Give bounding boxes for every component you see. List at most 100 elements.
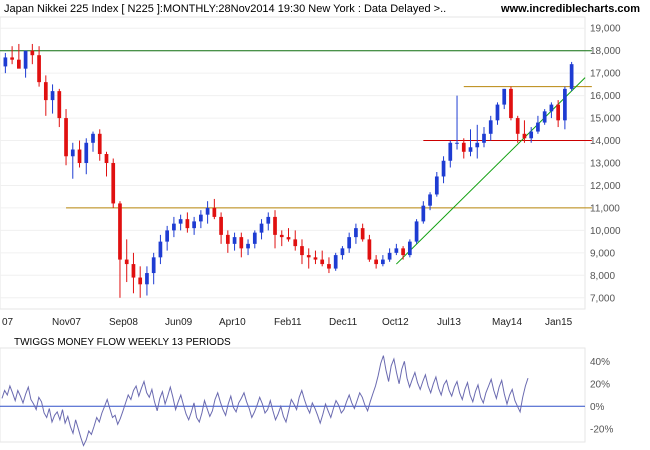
candle-body bbox=[158, 241, 163, 258]
indicator-tick-label: 20% bbox=[590, 379, 610, 390]
candle-body bbox=[30, 50, 35, 56]
x-tick-label: Sep08 bbox=[109, 317, 138, 328]
x-tick-label: Oct12 bbox=[382, 317, 409, 328]
candle-body bbox=[354, 228, 358, 238]
candle-body bbox=[293, 239, 298, 247]
candle-body bbox=[502, 88, 507, 105]
candle-body bbox=[225, 234, 230, 244]
candle-body bbox=[104, 154, 109, 163]
candle-body bbox=[16, 59, 21, 69]
candle-body bbox=[192, 221, 196, 229]
candle-body bbox=[549, 104, 554, 112]
candle-body bbox=[313, 257, 318, 260]
candle-body bbox=[23, 50, 28, 69]
candle-body bbox=[468, 147, 473, 152]
y-tick-label: 16,000 bbox=[590, 91, 621, 102]
candle-body bbox=[118, 203, 122, 260]
candle-body bbox=[3, 57, 8, 67]
candle-body bbox=[421, 205, 426, 222]
candle-body bbox=[347, 237, 352, 249]
candle-body bbox=[64, 118, 68, 157]
candle-body bbox=[360, 228, 365, 240]
candle-body bbox=[495, 104, 500, 121]
y-tick-label: 19,000 bbox=[590, 24, 621, 35]
candle-body bbox=[70, 149, 75, 157]
candle-body bbox=[50, 91, 55, 101]
candle-body bbox=[145, 273, 149, 285]
candle-body bbox=[327, 264, 331, 269]
candle-body bbox=[77, 149, 82, 163]
y-tick-label: 18,000 bbox=[590, 46, 621, 57]
candle-body bbox=[529, 131, 534, 139]
candle-body bbox=[306, 255, 311, 258]
candle-body bbox=[131, 264, 136, 278]
indicator-tick-label: 40% bbox=[590, 357, 610, 368]
x-tick-label: Feb11 bbox=[274, 317, 302, 328]
candle-body bbox=[300, 246, 304, 256]
candle-body bbox=[434, 176, 439, 195]
candle-body bbox=[509, 88, 513, 119]
candle-body bbox=[165, 230, 170, 242]
candle-body bbox=[37, 55, 41, 83]
x-tick-label: Nov07 bbox=[52, 317, 81, 328]
candle-body bbox=[286, 237, 291, 240]
candle-body bbox=[475, 142, 480, 148]
candle-body bbox=[367, 239, 372, 260]
candle-body bbox=[232, 237, 237, 244]
candle-body bbox=[381, 259, 385, 265]
candle-body bbox=[522, 133, 527, 139]
candle-body bbox=[428, 194, 432, 206]
y-tick-label: 13,000 bbox=[590, 159, 621, 170]
candle-body bbox=[199, 214, 203, 222]
candle-body bbox=[239, 237, 244, 249]
candle-body bbox=[340, 248, 345, 256]
candle-body bbox=[279, 234, 284, 238]
y-tick-label: 8,000 bbox=[590, 271, 615, 282]
candle-body bbox=[441, 160, 446, 177]
candle-body bbox=[273, 216, 277, 235]
candle-body bbox=[91, 133, 95, 143]
candle-body bbox=[374, 259, 378, 265]
candle-body bbox=[394, 248, 399, 253]
x-tick-label: 07 bbox=[2, 317, 14, 328]
candle-body bbox=[414, 221, 419, 242]
candle-body bbox=[178, 219, 183, 224]
candle-body bbox=[111, 163, 116, 204]
indicator-tick-label: 0% bbox=[590, 402, 605, 413]
candle-body bbox=[138, 277, 143, 285]
y-tick-label: 15,000 bbox=[590, 114, 621, 125]
y-tick-label: 17,000 bbox=[590, 69, 621, 80]
x-tick-label: May14 bbox=[492, 317, 522, 328]
candle-body bbox=[151, 257, 156, 274]
candle-body bbox=[172, 223, 176, 231]
x-tick-label: Apr10 bbox=[219, 317, 246, 328]
y-tick-label: 7,000 bbox=[590, 293, 615, 304]
x-tick-label: Jun09 bbox=[165, 317, 193, 328]
candle-body bbox=[448, 142, 453, 161]
candle-body bbox=[320, 259, 325, 265]
candle-body bbox=[488, 120, 493, 134]
candle-body bbox=[252, 232, 257, 244]
y-tick-label: 10,000 bbox=[590, 226, 621, 237]
y-tick-label: 12,000 bbox=[590, 181, 621, 192]
candle-body bbox=[124, 259, 129, 265]
candle-body bbox=[43, 82, 48, 101]
candle-body bbox=[563, 88, 567, 121]
candle-body bbox=[10, 57, 14, 60]
candle-body bbox=[84, 142, 89, 163]
candle-body bbox=[212, 207, 217, 217]
candle-body bbox=[266, 216, 271, 224]
indicator-tick-label: -20% bbox=[590, 424, 613, 435]
candle-body bbox=[57, 91, 62, 119]
candle-body bbox=[333, 255, 338, 269]
candle-body bbox=[246, 243, 250, 249]
y-tick-label: 11,000 bbox=[590, 203, 620, 214]
candle-body bbox=[542, 111, 547, 123]
candle-body bbox=[185, 219, 190, 229]
y-tick-label: 14,000 bbox=[590, 136, 621, 147]
candle-body bbox=[482, 133, 486, 143]
price-chart: 19,000 18,000 17,000 16,000 15,000 14,000 13,0… bbox=[0, 16, 621, 447]
candle-body bbox=[407, 241, 412, 256]
candle-body bbox=[455, 142, 459, 144]
candle-body bbox=[387, 252, 392, 260]
